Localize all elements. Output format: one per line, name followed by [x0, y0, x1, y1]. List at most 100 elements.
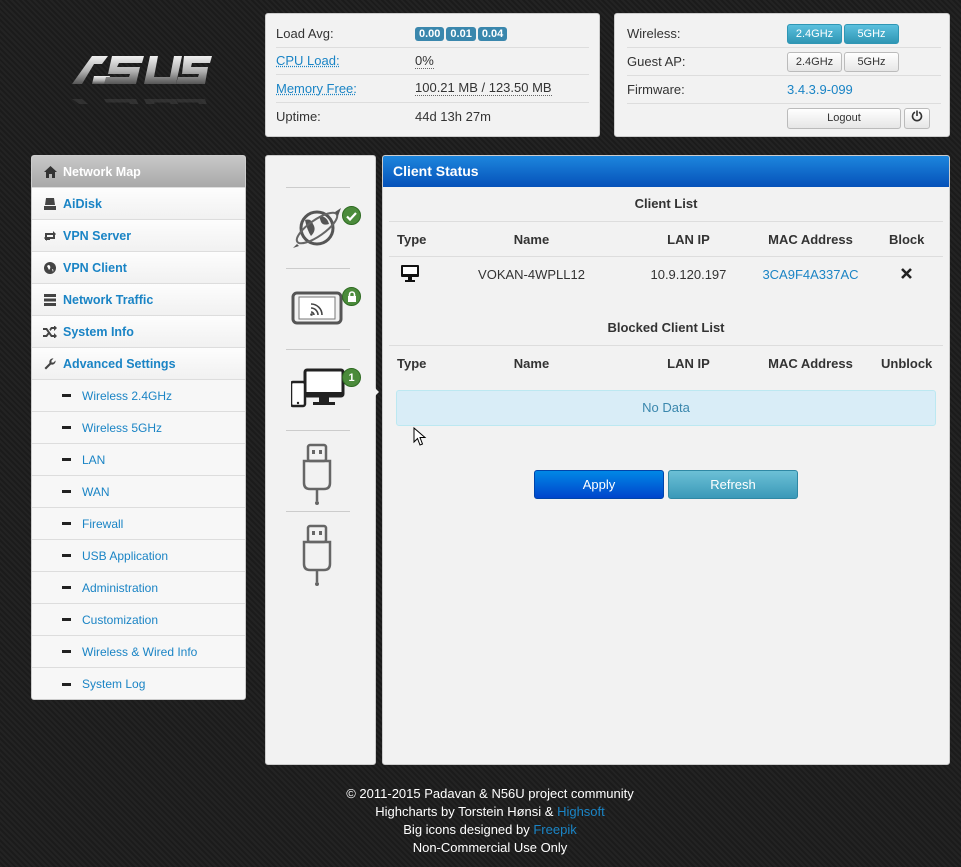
- footer-icons-text: Big icons designed by: [403, 822, 534, 837]
- nav-sub-label: Wireless 5GHz: [82, 420, 163, 435]
- wireless-panel: Wireless: 2.4GHz 5GHz Guest AP: 2.4GHz 5GH…: [614, 13, 950, 137]
- logout-button[interactable]: Logout: [787, 107, 901, 129]
- footer: © 2011-2015 Padavan & N56U project commu…: [0, 785, 961, 857]
- load-avg-1: 0.00: [415, 27, 445, 42]
- guest-24ghz-button[interactable]: 2.4GHz: [787, 51, 842, 72]
- blocked-list-header: Type Name LAN IP MAC Address Unblock: [389, 346, 943, 381]
- cpu-load-link[interactable]: CPU Load:: [276, 53, 415, 68]
- internet-status-cell[interactable]: [286, 187, 361, 267]
- system-status-panel: Load Avg: 0.00 0.01 0.04 CPU Load: 0% Memo…: [265, 13, 600, 137]
- col-type: Type: [397, 231, 427, 247]
- nav-label: Advanced Settings: [63, 356, 176, 371]
- col-mac: MAC Address: [768, 231, 853, 247]
- nav-sub-wireless-24[interactable]: Wireless 2.4GHz: [32, 380, 245, 412]
- apply-button[interactable]: Apply: [534, 470, 664, 499]
- load-avg-5: 0.01: [446, 27, 476, 42]
- clients-devices-icon: [291, 368, 345, 408]
- uptime-row: Uptime: 44d 13h 27m: [276, 103, 589, 131]
- action-buttons: Apply Refresh: [534, 470, 798, 499]
- blocked-list-title: Blocked Client List: [389, 311, 943, 346]
- col-name: Name: [513, 231, 550, 247]
- block-client-button[interactable]: [870, 267, 943, 282]
- nav-network-traffic[interactable]: Network Traffic: [32, 284, 245, 316]
- nav-system-info[interactable]: System Info: [32, 316, 245, 348]
- usb-icon: [302, 524, 332, 586]
- col-lan-ip: LAN IP: [667, 231, 710, 247]
- nav-advanced-settings[interactable]: Advanced Settings: [32, 348, 245, 380]
- dash-icon: [62, 458, 71, 461]
- dash-icon: [62, 554, 71, 557]
- highsoft-link[interactable]: Highsoft: [557, 804, 605, 819]
- freepik-link[interactable]: Freepik: [533, 822, 576, 837]
- power-button[interactable]: [904, 107, 930, 129]
- nav-sub-label: USB Application: [82, 548, 169, 563]
- tablet-wifi-icon: [291, 291, 343, 325]
- wrench-icon: [43, 357, 57, 370]
- wireless-label: Wireless:: [627, 26, 681, 41]
- nav-sub-label: LAN: [82, 452, 106, 467]
- col-type: Type: [397, 356, 427, 371]
- nav-label: Network Traffic: [63, 292, 154, 307]
- dash-icon: [62, 618, 71, 621]
- client-list-header: Type Name LAN IP MAC Address Block: [389, 222, 943, 257]
- nav-sub-label: WAN: [82, 484, 110, 499]
- client-status-title: Client Status: [383, 156, 949, 187]
- hdd-icon: [43, 197, 57, 210]
- table-row: VOKAN-4WPLL12 10.9.120.197 3CA9F4A337AC: [389, 257, 943, 292]
- nav-label: AiDisk: [63, 196, 102, 211]
- nav-network-map[interactable]: Network Map: [32, 156, 245, 188]
- internet-ok-badge: [342, 206, 361, 225]
- wireless-5ghz-button[interactable]: 5GHz: [844, 23, 899, 44]
- dash-icon: [62, 426, 71, 429]
- cpu-row: CPU Load: 0%: [276, 48, 589, 75]
- firmware-label: Firmware:: [627, 82, 685, 97]
- footer-copyright: © 2011-2015 Padavan & N56U project commu…: [346, 786, 634, 801]
- usb2-status-cell[interactable]: [286, 511, 350, 591]
- col-lan-ip: LAN IP: [667, 356, 710, 371]
- nav-sub-lan[interactable]: LAN: [32, 444, 245, 476]
- mouse-cursor-icon: [413, 427, 427, 446]
- wireless-row: Wireless: 2.4GHz 5GHz: [627, 20, 941, 48]
- wireless-24ghz-button[interactable]: 2.4GHz: [787, 23, 842, 44]
- guest-ap-label: Guest AP:: [627, 54, 686, 69]
- client-type-cell: [389, 264, 437, 285]
- close-icon: [901, 268, 913, 279]
- nav-label: System Info: [63, 324, 134, 339]
- nav-label: VPN Client: [63, 260, 127, 275]
- retweet-icon: [43, 230, 57, 242]
- nav-aidisk[interactable]: AiDisk: [32, 188, 245, 220]
- nav-sub-label: Firewall: [82, 516, 124, 531]
- clients-status-cell[interactable]: 1: [286, 349, 361, 429]
- wireless-status-cell[interactable]: [286, 268, 361, 348]
- usb1-status-cell[interactable]: [286, 430, 350, 510]
- nav-vpn-server[interactable]: VPN Server: [32, 220, 245, 252]
- nav-sub-system-log[interactable]: System Log: [32, 668, 245, 699]
- nav-sub-firewall[interactable]: Firewall: [32, 508, 245, 540]
- client-mac-link[interactable]: 3CA9F4A337AC: [751, 267, 871, 282]
- load-avg-15: 0.04: [477, 27, 508, 42]
- desktop-icon: [401, 264, 419, 282]
- nav-sub-wireless-wired-info[interactable]: Wireless & Wired Info: [32, 636, 245, 668]
- nav-sub-wan[interactable]: WAN: [32, 476, 245, 508]
- nav-sub-administration[interactable]: Administration: [32, 572, 245, 604]
- dash-icon: [62, 650, 71, 653]
- nav-sub-customization[interactable]: Customization: [32, 604, 245, 636]
- firmware-version-link[interactable]: 3.4.3.9-099: [787, 82, 853, 97]
- dash-icon: [62, 682, 71, 686]
- cpu-load-value: 0%: [415, 52, 434, 69]
- usb-icon: [302, 443, 332, 505]
- nav-sub-label: System Log: [82, 677, 146, 691]
- nav-sub-usb-application[interactable]: USB Application: [32, 540, 245, 572]
- dash-icon: [62, 586, 71, 589]
- nav-vpn-client[interactable]: VPN Client: [32, 252, 245, 284]
- memory-free-link[interactable]: Memory Free:: [276, 81, 415, 96]
- footer-highcharts-text: Highcharts by Torstein Hønsi &: [375, 804, 558, 819]
- nav-sub-wireless-5[interactable]: Wireless 5GHz: [32, 412, 245, 444]
- uptime-label: Uptime:: [276, 108, 321, 124]
- sidebar-nav: Network Map AiDisk VPN Server VPN Client…: [31, 155, 246, 700]
- col-name: Name: [513, 356, 550, 371]
- refresh-button[interactable]: Refresh: [668, 470, 798, 499]
- check-icon: [346, 212, 357, 222]
- guest-5ghz-button[interactable]: 5GHz: [844, 51, 899, 72]
- footer-icons: Big icons designed by Freepik: [0, 821, 961, 839]
